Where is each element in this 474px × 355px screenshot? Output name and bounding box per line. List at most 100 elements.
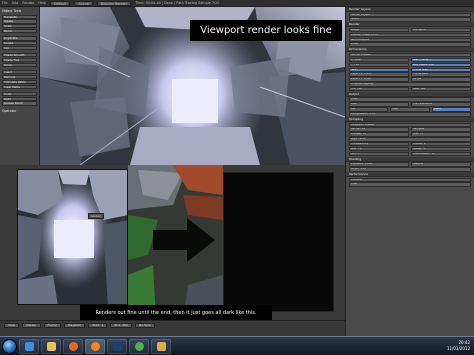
props-section-header[interactable]: Output [346,91,474,97]
render-layers-field[interactable]: Render Layers [349,12,471,17]
properties-panel: Render Layers Render Layers Scene Render… [345,7,474,336]
menu-add[interactable]: Add [12,1,19,5]
tool-shelf: Object Tools Translate Rotate Scale Mirr… [0,7,40,165]
insert-keyframe-button[interactable]: Insert [2,70,37,75]
dark-render-result [223,172,334,312]
color-rgb-button[interactable]: RGB [390,107,430,112]
integrator-presets-select[interactable]: Integrator Presets [349,122,471,127]
compression-slider[interactable]: Compression: 15% [349,112,471,117]
preview-samples-field[interactable]: Preview: 10 [349,132,409,137]
timeline-frame-menu[interactable]: Frame [43,323,61,328]
render-frame-image [18,170,127,304]
filter-width-field[interactable]: Width: 1.50 [349,167,471,172]
color-bw-button[interactable]: BW [349,107,389,112]
remap-new-field[interactable]: New: 100 [411,87,471,92]
clock-date: 11/03/2012 [446,346,470,351]
file-format-select[interactable]: PNG [349,102,409,107]
props-section-header[interactable]: Dimensions [346,47,474,53]
duplicate-button[interactable]: Duplicate [2,36,37,41]
view-layer-selector[interactable]: Global [88,213,104,219]
grease-pencil-button[interactable]: Grease Pencil [2,101,37,106]
start-button-icon[interactable] [2,338,17,354]
menu-help[interactable]: Help [38,1,46,5]
chrome-icon[interactable] [129,338,149,354]
resolution-y-field[interactable]: Y: 720 [349,62,409,68]
resolution-x-field[interactable]: X: 1280 [349,57,409,63]
photoshop-icon[interactable] [107,338,127,354]
compute-select[interactable]: CUDA [349,42,471,47]
clear-paths-button[interactable]: Clear Paths [2,84,37,89]
remap-old-field[interactable]: Old: 100 [349,87,409,92]
exposure-field[interactable]: Exposure: 1.000 [349,162,409,167]
props-section-header[interactable]: Sampling [346,117,474,123]
redo-button[interactable]: Redo [2,96,37,101]
glossy-bounces-field[interactable]: Glossy: 4 [411,146,471,152]
props-section-header[interactable]: Render Layers [346,7,474,12]
timeline-header: View Marker Frame Playback Start: 1 End:… [0,320,345,336]
output-path-field[interactable]: /tmp/ [349,97,471,102]
undo-button[interactable]: Undo [2,91,37,97]
blender-icon[interactable] [85,338,105,354]
file-extensions-checkbox[interactable]: File Extensions [411,102,471,107]
scene-selector[interactable]: Scene [74,0,93,6]
remove-keyframe-button[interactable]: Remove [2,74,37,80]
transparency-min-field[interactable]: Min: 1 [349,151,409,157]
samples-label: Samples [411,127,471,132]
transparency-label: Transparency [349,142,409,147]
scale-button[interactable]: Scale [2,24,37,29]
shade-smooth-button[interactable]: Shade Smooth [2,53,37,58]
calculate-paths-button[interactable]: Calculate Paths [2,79,37,84]
device-select[interactable]: GPU Compute [349,37,471,42]
caption-render-goes-dark: Renders out fine until the end, then it … [80,305,272,321]
scene-field[interactable]: Scene [349,17,471,22]
delete-button[interactable]: Delete [2,41,37,46]
timeline-playback-menu[interactable]: Playback [63,323,86,328]
layout-selector[interactable]: Default [50,0,71,6]
rotate-button[interactable]: Rotate [2,19,37,24]
file-explorer-icon[interactable] [41,338,61,354]
props-section-header[interactable]: Performance [346,172,474,178]
origin-button[interactable]: Origin [2,62,37,67]
props-section-header[interactable]: Render [346,22,474,28]
aspect-x-field[interactable]: Aspect X: 1.000 [349,72,409,77]
timeline-marker-menu[interactable]: Marker [22,323,41,328]
translate-button[interactable]: Translate [2,14,37,19]
arrow-right-icon [153,218,215,262]
frame-step-field[interactable]: Frame Step: 1 [411,67,471,72]
caption-viewport-fine: Viewport render looks fine [190,20,342,41]
render-presets-select[interactable]: Render Presets [349,52,471,58]
max-bounces-field[interactable]: Max: 12 [411,132,471,137]
aspect-y-field[interactable]: Aspect Y: 1.000 [349,77,409,82]
system-clock[interactable]: 20:42 11/03/2012 [447,340,470,352]
shade-flat-button[interactable]: Shade Flat [2,58,37,63]
render-animation-button[interactable]: Animation [411,27,471,33]
end-frame-field[interactable]: End Frame: 250 [411,62,471,68]
render-image-button[interactable]: Image [349,27,409,33]
frame-rate-select[interactable]: 25 fps [411,77,471,82]
menu-render[interactable]: Render [22,1,34,5]
join-button[interactable]: Join [2,45,37,51]
props-section-header[interactable]: Shading [346,156,474,162]
start-frame-field[interactable]: Start Frame: 1 [411,57,471,63]
timeline-end-field[interactable]: End: 250 [110,323,132,328]
resolution-percent-slider[interactable]: 50% [349,67,409,72]
time-remapping-label: Time Remapping [349,82,471,87]
engine-selector[interactable]: Blender Render [96,0,132,6]
diffuse-bounces-field[interactable]: Diffuse: 4 [411,142,471,147]
menu-file[interactable]: File [2,1,8,5]
transmission-bounces-field[interactable]: Transmission: 12 [411,151,471,157]
transparency-max-field[interactable]: Max: 12 [349,146,409,152]
display-select[interactable]: Display: Image Editor [349,32,471,38]
timeline-start-field[interactable]: Start: 1 [88,323,108,328]
mirror-button[interactable]: Mirror [2,28,37,34]
info-header: File Add Render Help Default Scene Blend… [0,0,474,7]
firefox-icon[interactable] [63,338,83,354]
operator-panel-header[interactable]: Operator [2,109,37,114]
timeline-view-menu[interactable]: View [4,323,20,328]
timeline-sync-select[interactable]: No Sync [134,323,156,328]
threads-label: Threads [349,177,471,182]
render-samples-field[interactable]: Render: 20 [349,127,409,132]
folder-icon[interactable] [151,338,171,354]
color-rgba-button[interactable]: RGBA [431,107,471,112]
internet-explorer-icon[interactable] [19,338,39,354]
